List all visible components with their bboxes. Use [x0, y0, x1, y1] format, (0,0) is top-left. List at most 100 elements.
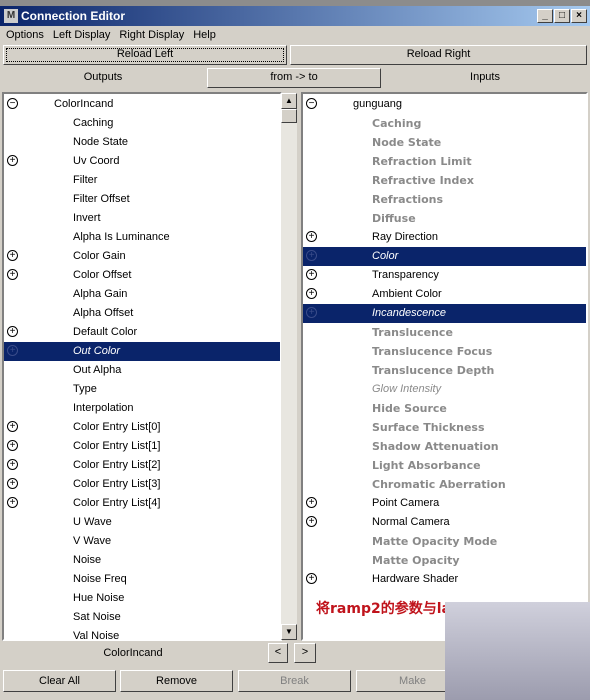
attribute-label: Caching — [73, 117, 114, 129]
attribute-row[interactable]: Node State — [303, 133, 586, 152]
attribute-row[interactable]: + Color Offset — [4, 266, 280, 285]
expand-icon[interactable]: + — [306, 307, 317, 318]
attribute-row[interactable]: Caching — [303, 114, 586, 133]
attribute-row[interactable]: Interpolation — [4, 399, 280, 418]
prev-node-button[interactable]: < — [268, 643, 288, 663]
scroll-up-arrow-icon[interactable]: ▲ — [281, 93, 297, 109]
attribute-row[interactable]: + Uv Coord — [4, 152, 280, 171]
expand-icon[interactable]: + — [306, 250, 317, 261]
attribute-row[interactable]: Refractive Index — [303, 171, 586, 190]
attribute-row[interactable]: + Color Entry List[0] — [4, 418, 280, 437]
expand-icon[interactable]: + — [7, 250, 18, 261]
expand-icon[interactable]: + — [7, 345, 18, 356]
expand-icon[interactable]: + — [7, 269, 18, 280]
attribute-row[interactable]: Shadow Attenuation — [303, 437, 586, 456]
attribute-row[interactable]: Val Noise — [4, 627, 280, 639]
attribute-row[interactable]: Translucence Depth — [303, 361, 586, 380]
scroll-down-arrow-icon[interactable]: ▼ — [281, 624, 297, 640]
expand-icon[interactable]: + — [306, 231, 317, 242]
collapse-icon[interactable]: − — [306, 98, 317, 109]
attribute-row[interactable]: + Transparency — [303, 266, 586, 285]
attribute-label: Matte Opacity — [372, 554, 460, 567]
attribute-row[interactable]: Alpha Offset — [4, 304, 280, 323]
expand-icon[interactable]: + — [306, 516, 317, 527]
attribute-row[interactable]: Alpha Is Luminance — [4, 228, 280, 247]
expand-icon[interactable]: + — [7, 326, 18, 337]
attribute-row[interactable]: Translucence Focus — [303, 342, 586, 361]
expand-icon[interactable]: + — [7, 459, 18, 470]
attribute-row[interactable]: + Point Camera — [303, 494, 586, 513]
attribute-row[interactable]: + Color Entry List[2] — [4, 456, 280, 475]
attribute-row[interactable]: + Out Color — [4, 342, 280, 361]
minimize-button[interactable]: _ — [537, 9, 553, 23]
attribute-row[interactable]: Refraction Limit — [303, 152, 586, 171]
expand-icon[interactable]: + — [306, 269, 317, 280]
attribute-label: Refractive Index — [372, 174, 474, 187]
attribute-row[interactable]: Translucence — [303, 323, 586, 342]
attribute-row[interactable]: Surface Thickness — [303, 418, 586, 437]
close-button[interactable]: × — [571, 9, 587, 23]
attribute-row[interactable]: Alpha Gain — [4, 285, 280, 304]
attribute-row[interactable]: + Default Color — [4, 323, 280, 342]
attribute-label: Translucence Focus — [372, 345, 493, 358]
attribute-row[interactable]: Refractions — [303, 190, 586, 209]
attribute-row[interactable]: Caching — [4, 114, 280, 133]
collapse-icon[interactable]: − — [7, 98, 18, 109]
attribute-row[interactable]: V Wave — [4, 532, 280, 551]
node-header[interactable]: − ColorIncand — [4, 95, 280, 114]
attribute-row[interactable]: Matte Opacity — [303, 551, 586, 570]
expand-icon[interactable]: + — [7, 440, 18, 451]
expand-icon[interactable]: + — [7, 421, 18, 432]
attribute-row[interactable]: + Color Entry List[3] — [4, 475, 280, 494]
attribute-row[interactable]: Light Absorbance — [303, 456, 586, 475]
attribute-row[interactable]: + Color Gain — [4, 247, 280, 266]
attribute-row[interactable]: + Color — [303, 247, 586, 266]
expand-icon[interactable]: + — [7, 155, 18, 166]
attribute-row[interactable]: + Ray Direction — [303, 228, 586, 247]
attribute-row[interactable]: Type — [4, 380, 280, 399]
attribute-row[interactable]: Filter — [4, 171, 280, 190]
attribute-row[interactable]: + Color Entry List[1] — [4, 437, 280, 456]
remove-button[interactable]: Remove — [120, 670, 233, 692]
attribute-row[interactable]: + Ambient Color — [303, 285, 586, 304]
scroll-thumb[interactable] — [281, 109, 297, 123]
reload-left-button[interactable]: Reload Left — [3, 45, 287, 65]
menu-help[interactable]: Help — [193, 29, 216, 41]
menu-right-display[interactable]: Right Display — [119, 29, 184, 41]
attribute-row[interactable]: Noise — [4, 551, 280, 570]
inputs-list[interactable]: − gunguang Caching Node State Refraction Lim… — [301, 92, 588, 641]
attribute-row[interactable]: Node State — [4, 133, 280, 152]
attribute-row[interactable]: Matte Opacity Mode — [303, 532, 586, 551]
clear-all-button[interactable]: Clear All — [3, 670, 116, 692]
attribute-row[interactable]: Noise Freq — [4, 570, 280, 589]
expand-icon[interactable]: + — [7, 478, 18, 489]
attribute-row[interactable]: + Incandescence — [303, 304, 586, 323]
attribute-row[interactable]: Invert — [4, 209, 280, 228]
break-button[interactable]: Break — [238, 670, 351, 692]
menu-options[interactable]: Options — [6, 29, 44, 41]
expand-icon[interactable]: + — [306, 573, 317, 584]
attribute-row[interactable]: Diffuse — [303, 209, 586, 228]
menu-left-display[interactable]: Left Display — [53, 29, 110, 41]
outputs-scrollbar[interactable]: ▲ ▼ — [281, 93, 297, 640]
next-node-button[interactable]: > — [294, 643, 316, 663]
node-header[interactable]: − gunguang — [303, 95, 586, 114]
attribute-row[interactable]: Glow Intensity — [303, 380, 586, 399]
attribute-row[interactable]: Filter Offset — [4, 190, 280, 209]
attribute-row[interactable]: + Color Entry List[4] — [4, 494, 280, 513]
attribute-row[interactable]: U Wave — [4, 513, 280, 532]
expand-icon[interactable]: + — [306, 288, 317, 299]
maximize-button[interactable]: □ — [554, 9, 570, 23]
expand-icon[interactable]: + — [7, 497, 18, 508]
attribute-row[interactable]: Out Alpha — [4, 361, 280, 380]
from-to-button[interactable]: from -> to — [207, 68, 381, 88]
attribute-row[interactable]: + Normal Camera — [303, 513, 586, 532]
attribute-row[interactable]: Hue Noise — [4, 589, 280, 608]
attribute-row[interactable]: Hide Source — [303, 399, 586, 418]
attribute-row[interactable]: Chromatic Aberration — [303, 475, 586, 494]
attribute-row[interactable]: Sat Noise — [4, 608, 280, 627]
attribute-row[interactable]: + Hardware Shader — [303, 570, 586, 589]
expand-icon[interactable]: + — [306, 497, 317, 508]
reload-right-button[interactable]: Reload Right — [290, 45, 587, 65]
outputs-list[interactable]: − ColorIncand Caching Node State + Uv Coord Fi… — [2, 92, 282, 641]
